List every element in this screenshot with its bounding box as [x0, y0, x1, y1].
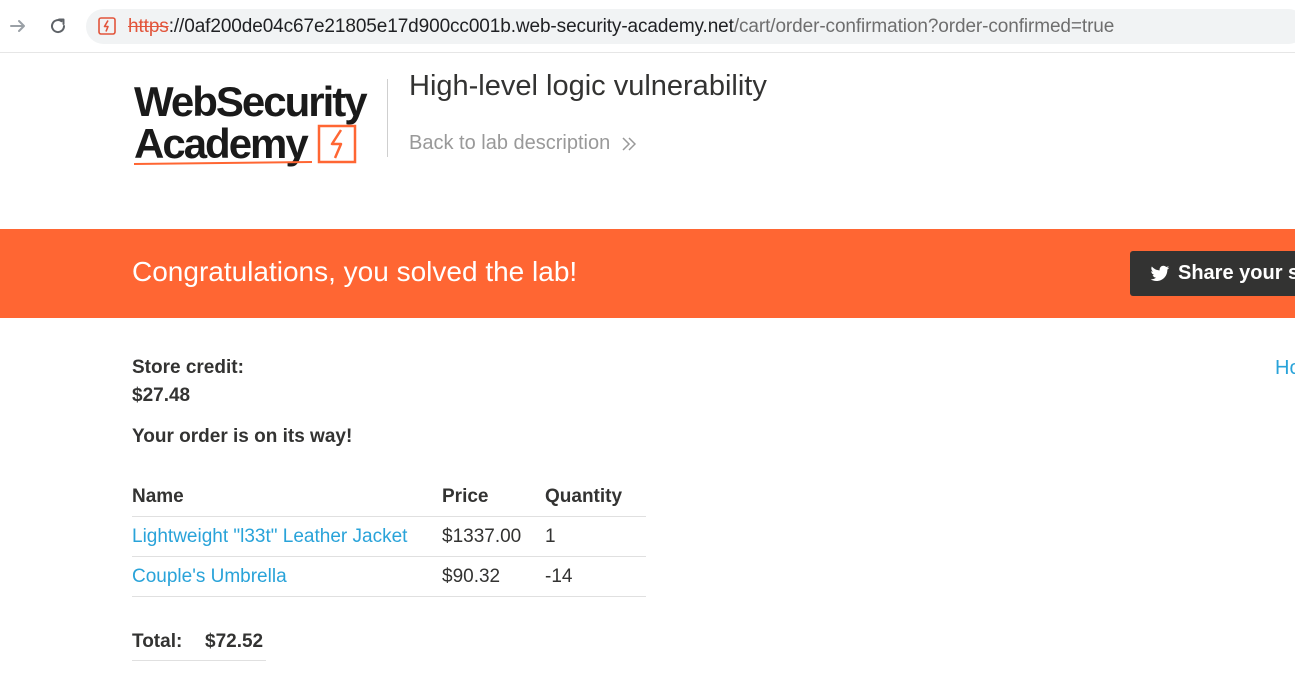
- total-label: Total:: [132, 631, 183, 652]
- store-credit-label: Store credit:: [132, 357, 244, 378]
- url-scheme: https: [128, 16, 169, 37]
- reload-icon: [51, 18, 66, 34]
- lab-solved-banner: Congratulations, you solved the lab! Sha…: [0, 229, 1295, 318]
- order-status-message: Your order is on its way!: [132, 426, 353, 447]
- column-header-name: Name: [132, 477, 442, 517]
- share-twitter-button[interactable]: Share your s: [1130, 251, 1295, 296]
- product-name-cell: Couple's Umbrella: [132, 556, 442, 597]
- double-chevron-right-icon: [622, 136, 637, 151]
- browser-toolbar: https://0af200de04c67e21805e17d900cc001b…: [0, 0, 1295, 53]
- product-quantity-cell: 1: [545, 516, 646, 557]
- product-link[interactable]: Couple's Umbrella: [132, 566, 287, 587]
- table-row: Couple's Umbrella $90.32 -14: [132, 556, 646, 597]
- url-path: /cart/order-confirmation?order-confirmed…: [733, 16, 1115, 37]
- lab-title: High-level logic vulnerability: [409, 70, 767, 102]
- back-to-lab-link[interactable]: Back to lab description: [409, 132, 638, 155]
- home-link[interactable]: Ho: [1275, 357, 1295, 380]
- column-header-price: Price: [442, 477, 545, 517]
- reload-button[interactable]: [44, 12, 72, 40]
- product-price-cell: $90.32: [442, 556, 545, 597]
- url-separator: ://: [168, 16, 185, 37]
- forward-button[interactable]: [4, 12, 32, 40]
- column-header-quantity: Quantity: [545, 477, 646, 517]
- twitter-icon: [1150, 265, 1170, 281]
- product-name-cell: Lightweight "l33t" Leather Jacket: [132, 516, 442, 557]
- logo-line2: Academy: [134, 120, 309, 167]
- product-price-cell: $1337.00: [442, 516, 545, 557]
- back-to-lab-label: Back to lab description: [409, 132, 611, 154]
- order-table: Name Price Quantity Lightweight "l33t" L…: [132, 477, 646, 597]
- banner-message: Congratulations, you solved the lab!: [132, 256, 578, 287]
- store-credit-value: $27.48: [132, 385, 191, 406]
- product-link[interactable]: Lightweight "l33t" Leather Jacket: [132, 526, 407, 547]
- order-total: Total: $72.52: [132, 627, 266, 661]
- logo-graphic: WebSecurity Academy: [133, 78, 370, 167]
- table-row: Lightweight "l33t" Leather Jacket $1337.…: [132, 516, 646, 557]
- address-bar[interactable]: https://0af200de04c67e21805e17d900cc001b…: [86, 9, 1295, 44]
- forward-icon: [10, 20, 25, 32]
- product-quantity-cell: -14: [545, 556, 646, 597]
- web-security-academy-logo[interactable]: WebSecurity Academy: [132, 76, 387, 170]
- total-value: $72.52: [205, 631, 264, 652]
- url-text: https://0af200de04c67e21805e17d900cc001b…: [128, 16, 1114, 38]
- table-header-row: Name Price Quantity: [132, 477, 646, 517]
- url-host: 0af200de04c67e21805e17d900cc001b.web-sec…: [184, 16, 734, 37]
- logo-line1: WebSecurity: [134, 78, 368, 125]
- share-button-label: Share your s: [1178, 262, 1295, 284]
- header-divider: [387, 79, 388, 157]
- not-secure-icon[interactable]: [98, 17, 116, 35]
